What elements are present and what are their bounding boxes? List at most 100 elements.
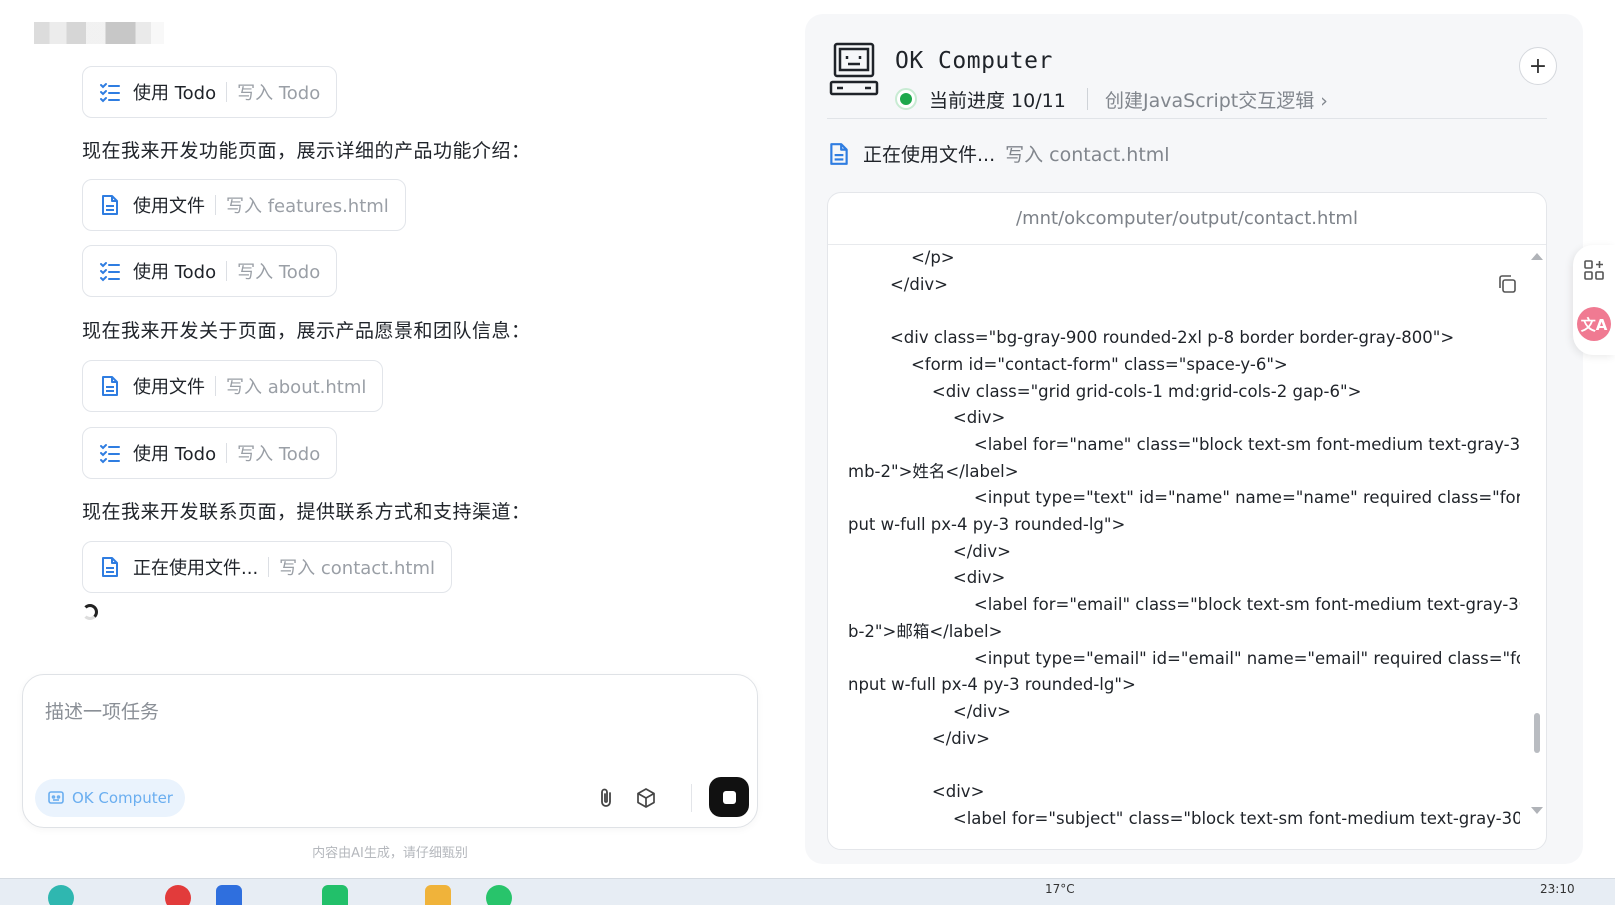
- tool-chip-todo[interactable]: 使用 Todo 写入 Todo: [82, 245, 338, 297]
- current-stage-link[interactable]: 创建JavaScript交互逻辑 ›: [1105, 86, 1328, 113]
- progress-divider: [1087, 88, 1088, 110]
- file-path: /mnt/okcomputer/output/contact.html: [828, 193, 1546, 245]
- code-line: <div>: [848, 568, 1006, 588]
- app-window: 使用 Todo 写入 Todo 现在我来开发功能页面，展示详细的产品功能介绍： …: [0, 0, 1615, 878]
- tool-chip-file[interactable]: 使用文件 写入 features.html: [82, 179, 406, 231]
- os-taskbar: 17°C 23:10: [0, 878, 1615, 905]
- side-toolbar: 文A: [1573, 245, 1615, 355]
- file-icon: [102, 376, 118, 396]
- status-dot-icon: [895, 88, 917, 110]
- chip-divider: [215, 195, 216, 215]
- chip-divider: [215, 376, 216, 396]
- chip-object: 写入 contact.html: [279, 558, 435, 579]
- code-line: </p>: [848, 248, 955, 267]
- task-input[interactable]: 描述一项任务: [45, 697, 159, 724]
- code-line: <label for="name" class="block text-sm f…: [848, 434, 1520, 454]
- code-line: <div class="bg-gray-900 rounded-2xl p-8 …: [848, 328, 1455, 348]
- translate-icon: 文A: [1580, 315, 1608, 334]
- chip-action: 正在使用文件...: [133, 558, 259, 579]
- translate-button[interactable]: 文A: [1577, 307, 1611, 341]
- code-line: <form id="contact-form" class="space-y-6…: [848, 354, 1288, 374]
- code-line: <input type="text" id="name" name="name"…: [848, 488, 1520, 508]
- code-viewer[interactable]: /mnt/okcomputer/output/contact.html </p>…: [827, 192, 1547, 850]
- code-line: <input type="email" id="email" name="ema…: [848, 648, 1520, 668]
- code-line: </div>: [848, 274, 948, 294]
- chip-object: 写入 Todo: [237, 262, 321, 283]
- attachment-icon[interactable]: [595, 787, 617, 809]
- agent-mode-chip[interactable]: OK Computer: [35, 779, 185, 817]
- scroll-up-arrow-icon[interactable]: [1531, 253, 1543, 260]
- scroll-down-arrow-icon[interactable]: [1531, 807, 1543, 814]
- tool-chip-file-active[interactable]: 正在使用文件... 写入 contact.html: [82, 541, 452, 593]
- chip-action: 使用文件: [133, 377, 205, 398]
- taskbar-app-icon[interactable]: [216, 885, 242, 905]
- chip-divider: [226, 261, 228, 281]
- chip-divider: [226, 443, 228, 463]
- code-line: put w-full px-4 py-3 rounded-lg">: [848, 515, 1126, 535]
- todo-list-icon: [100, 262, 120, 282]
- panel-divider: [827, 118, 1547, 119]
- code-line: </div>: [848, 701, 1011, 721]
- chip-object: 写入 Todo: [237, 83, 321, 104]
- computer-icon: [829, 42, 879, 96]
- code-line: <label for="subject" class="block text-s…: [848, 808, 1520, 828]
- file-icon: [102, 557, 118, 577]
- code-line: mb-2">姓名</label>: [848, 461, 1019, 481]
- loading-spinner-icon: [82, 604, 98, 620]
- task-composer[interactable]: 描述一项任务 OK Computer: [22, 674, 758, 828]
- composer-divider: [691, 784, 692, 812]
- code-line: </div>: [848, 541, 1011, 561]
- file-object: 写入 contact.html: [1005, 144, 1170, 166]
- robot-icon: [48, 791, 64, 804]
- file-icon: [830, 142, 848, 165]
- code-line: <div class="grid grid-cols-1 md:grid-col…: [848, 381, 1362, 401]
- code-line: <div>: [848, 782, 985, 802]
- code-line: </div>: [848, 728, 990, 748]
- stop-icon: [722, 790, 736, 804]
- file-icon: [102, 195, 118, 215]
- cube-icon[interactable]: [635, 787, 657, 809]
- new-task-button[interactable]: +: [1519, 47, 1557, 85]
- code-line: <label for="email" class="block text-sm …: [848, 595, 1520, 615]
- chip-action: 使用 Todo: [133, 262, 217, 283]
- scrollbar-thumb[interactable]: [1534, 713, 1540, 753]
- taskbar-app-icon[interactable]: [165, 885, 191, 905]
- chip-divider: [226, 82, 228, 102]
- assistant-message: 现在我来开发关于页面，展示产品愿景和团队信息：: [82, 320, 531, 342]
- weather-temperature[interactable]: 17°C: [1045, 882, 1075, 896]
- panel-title: OK Computer: [895, 48, 1053, 74]
- clock[interactable]: 23:10: [1540, 882, 1575, 896]
- code-line: nput w-full px-4 py-3 rounded-lg">: [848, 675, 1136, 695]
- todo-list-icon: [100, 444, 120, 464]
- chip-action: 使用 Todo: [133, 83, 217, 104]
- tool-chip-todo[interactable]: 使用 Todo 写入 Todo: [82, 427, 338, 479]
- chip-divider: [268, 557, 270, 577]
- chip-action: 使用文件: [133, 196, 205, 217]
- taskbar-app-icon[interactable]: [486, 885, 512, 905]
- agent-mode-label: OK Computer: [72, 789, 173, 807]
- tool-chip-file[interactable]: 使用文件 写入 about.html: [82, 360, 384, 412]
- taskbar-app-icon[interactable]: [425, 885, 451, 905]
- copy-icon[interactable]: [1496, 273, 1518, 295]
- code-line: b-2">邮箱</label>: [848, 621, 1003, 641]
- file-action: 正在使用文件...: [863, 144, 996, 166]
- apps-grid-icon[interactable]: [1583, 259, 1605, 281]
- chip-object: 写入 features.html: [226, 196, 389, 217]
- assistant-message: 现在我来开发功能页面，展示详细的产品功能介绍：: [82, 140, 531, 162]
- chip-object: 写入 Todo: [237, 444, 321, 465]
- todo-list-icon: [100, 83, 120, 103]
- assistant-message: 现在我来开发联系页面，提供联系方式和支持渠道：: [82, 501, 531, 523]
- stop-button[interactable]: [709, 777, 749, 817]
- code-line: <div>: [848, 408, 1006, 428]
- computer-panel: OK Computer 当前进度 10/11 创建JavaScript交互逻辑 …: [805, 14, 1583, 864]
- ai-disclaimer: 内容由AI生成，请仔细甄别: [312, 846, 468, 861]
- chip-action: 使用 Todo: [133, 444, 217, 465]
- code-content[interactable]: </p> </div> <div class="bg-gray-900 roun…: [848, 245, 1520, 849]
- taskbar-app-icon[interactable]: [322, 885, 348, 905]
- tool-chip-todo[interactable]: 使用 Todo 写入 Todo: [82, 66, 338, 118]
- taskbar-app-icon[interactable]: [48, 885, 74, 905]
- plus-icon: +: [1528, 53, 1548, 79]
- chip-object: 写入 about.html: [226, 377, 367, 398]
